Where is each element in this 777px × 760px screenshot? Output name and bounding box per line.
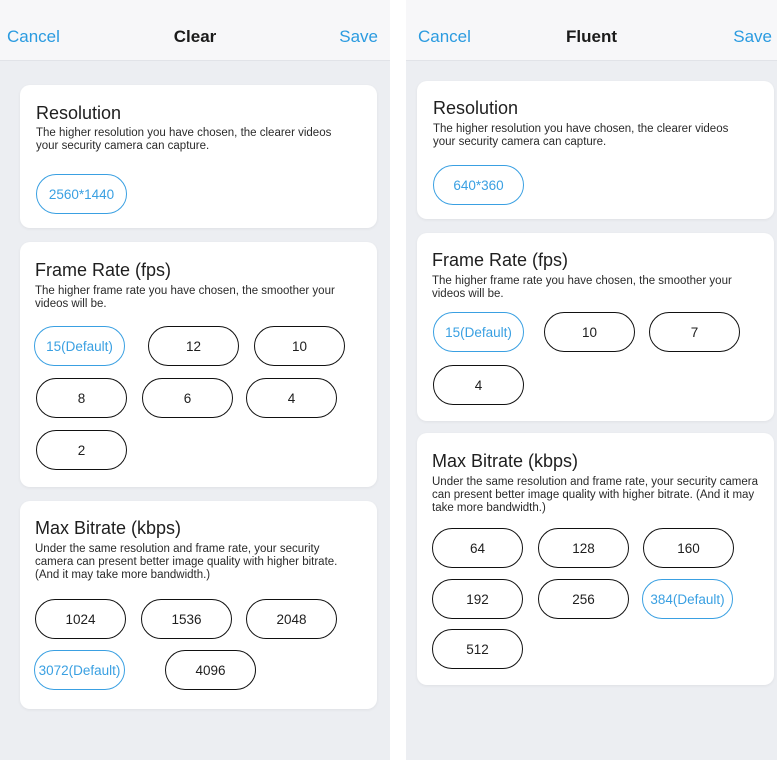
option-pill[interactable]: 384(Default) xyxy=(642,579,733,619)
option-pill[interactable]: 15(Default) xyxy=(433,312,524,352)
option-pill[interactable]: 256 xyxy=(538,579,629,619)
option-pill[interactable]: 128 xyxy=(538,528,629,568)
option-pill[interactable]: 4096 xyxy=(165,650,256,690)
nav-bar: Cancel Fluent Save xyxy=(406,0,777,61)
frame-rate-card: Frame Rate (fps) The higher frame rate y… xyxy=(417,233,774,421)
option-pill[interactable]: 2 xyxy=(36,430,127,470)
option-pill[interactable]: 10 xyxy=(254,326,345,366)
option-pill[interactable]: 640*360 xyxy=(433,165,524,205)
resolution-title: Resolution xyxy=(36,103,122,123)
option-pill[interactable]: 7 xyxy=(649,312,740,352)
option-pill[interactable]: 64 xyxy=(432,528,523,568)
frame-rate-card: Frame Rate (fps) The higher frame rate y… xyxy=(20,242,377,487)
option-pill[interactable]: 512 xyxy=(432,629,523,669)
save-button[interactable]: Save xyxy=(339,26,378,48)
page-title: Fluent xyxy=(566,27,617,46)
option-pill[interactable]: 192 xyxy=(432,579,523,619)
resolution-description: The higher resolution you have chosen, t… xyxy=(433,123,729,148)
bitrate-description: Under the same resolution and frame rate… xyxy=(35,543,338,581)
bitrate-card: Max Bitrate (kbps) Under the same resolu… xyxy=(417,433,774,685)
page-title: Clear xyxy=(173,27,217,46)
frame-rate-description: The higher frame rate you have chosen, t… xyxy=(35,285,335,310)
settings-screen-clear: Cancel Clear Save Resolution The higher … xyxy=(0,0,390,760)
bitrate-title: Max Bitrate (kbps) xyxy=(432,451,579,471)
settings-screen-fluent: Cancel Fluent Save Resolution The higher… xyxy=(406,0,777,760)
option-pill[interactable]: 12 xyxy=(148,326,239,366)
option-pill[interactable]: 4 xyxy=(433,365,524,405)
option-pill[interactable]: 2560*1440 xyxy=(36,174,127,214)
option-pill[interactable]: 15(Default) xyxy=(34,326,125,366)
resolution-card: Resolution The higher resolution you hav… xyxy=(417,81,774,219)
option-pill[interactable]: 6 xyxy=(142,378,233,418)
option-pill[interactable]: 4 xyxy=(246,378,337,418)
resolution-title: Resolution xyxy=(433,98,519,118)
bitrate-description: Under the same resolution and frame rate… xyxy=(432,476,758,514)
option-pill[interactable]: 8 xyxy=(36,378,127,418)
bitrate-card: Max Bitrate (kbps) Under the same resolu… xyxy=(20,501,377,709)
option-pill[interactable]: 160 xyxy=(643,528,734,568)
frame-rate-description: The higher frame rate you have chosen, t… xyxy=(432,275,732,300)
option-pill[interactable]: 1536 xyxy=(141,599,232,639)
option-pill[interactable]: 2048 xyxy=(246,599,337,639)
resolution-description: The higher resolution you have chosen, t… xyxy=(36,127,332,152)
resolution-card: Resolution The higher resolution you hav… xyxy=(20,85,377,228)
frame-rate-title: Frame Rate (fps) xyxy=(35,260,172,280)
bitrate-title: Max Bitrate (kbps) xyxy=(35,518,182,538)
option-pill[interactable]: 10 xyxy=(544,312,635,352)
option-pill[interactable]: 3072(Default) xyxy=(34,650,125,690)
option-pill[interactable]: 1024 xyxy=(35,599,126,639)
save-button[interactable]: Save xyxy=(733,26,772,48)
nav-bar: Cancel Clear Save xyxy=(0,0,390,61)
frame-rate-title: Frame Rate (fps) xyxy=(432,250,569,270)
